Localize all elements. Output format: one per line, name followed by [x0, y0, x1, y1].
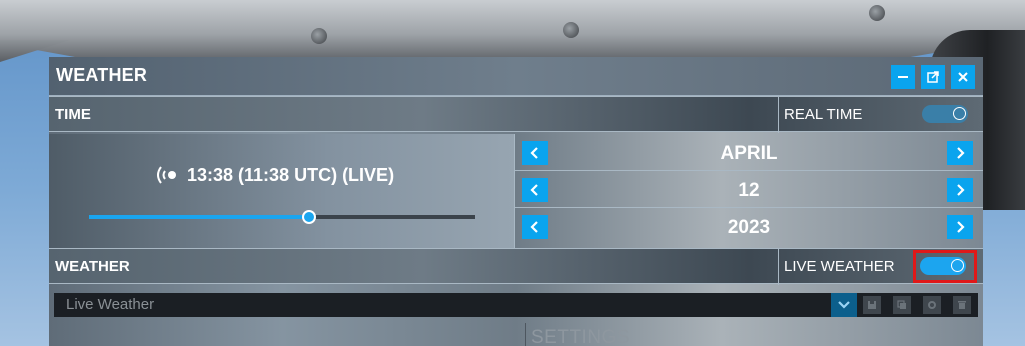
- time-of-day-slider[interactable]: [89, 210, 475, 224]
- popout-button[interactable]: [921, 65, 945, 89]
- divider: [778, 249, 779, 285]
- month-prev-button[interactable]: [522, 141, 548, 165]
- day-value: 12: [738, 180, 760, 201]
- time-display-area: 13:38 (11:38 UTC) (LIVE): [49, 134, 515, 248]
- save-icon: [868, 301, 876, 309]
- live-weather-label: LIVE WEATHER: [784, 258, 895, 275]
- delete-preset-button[interactable]: [953, 296, 971, 314]
- real-time-label: REAL TIME: [784, 106, 863, 123]
- time-section-label: TIME: [55, 106, 91, 123]
- popout-icon: [927, 71, 939, 83]
- preset-dropdown-button[interactable]: [831, 293, 857, 317]
- day-row: 12: [515, 171, 983, 208]
- time-section-header: TIME REAL TIME: [49, 96, 983, 133]
- slider-fill: [89, 215, 310, 219]
- year-value: 2023: [727, 217, 771, 238]
- cockpit-screw: [869, 5, 885, 21]
- chevron-right-icon: [957, 221, 965, 233]
- weather-section-label: WEATHER: [55, 258, 130, 275]
- chevron-left-icon: [530, 147, 538, 159]
- day-next-button[interactable]: [947, 178, 973, 202]
- day-prev-button[interactable]: [522, 178, 548, 202]
- cockpit-screw: [311, 28, 327, 44]
- panel-header: WEATHER: [49, 57, 983, 96]
- year-row: 2023: [515, 208, 983, 245]
- minimize-button[interactable]: [891, 65, 915, 89]
- live-time-text: 13:38 (11:38 UTC) (LIVE): [187, 164, 395, 185]
- slider-thumb[interactable]: [302, 210, 317, 224]
- close-button[interactable]: [951, 65, 975, 89]
- weather-preset-select[interactable]: Live Weather: [54, 293, 978, 317]
- chevron-left-icon: [530, 184, 538, 196]
- month-value: APRIL: [720, 143, 778, 164]
- chevron-right-icon: [957, 147, 965, 159]
- chevron-right-icon: [957, 184, 965, 196]
- chevron-left-icon: [530, 221, 538, 233]
- real-time-toggle[interactable]: [922, 105, 968, 123]
- chevron-down-icon: [838, 301, 850, 309]
- save-preset-button[interactable]: [863, 296, 881, 314]
- minimize-icon: [898, 76, 908, 78]
- live-time-readout: 13:38 (11:38 UTC) (LIVE): [153, 164, 394, 186]
- copy-icon: [897, 300, 906, 309]
- divider: [778, 97, 779, 133]
- year-next-button[interactable]: [947, 215, 973, 239]
- trash-icon: [958, 301, 966, 309]
- gear-icon: [928, 301, 936, 309]
- weather-section-header: WEATHER LIVE WEATHER: [49, 248, 983, 285]
- duplicate-preset-button[interactable]: [893, 296, 911, 314]
- preset-settings-button[interactable]: [923, 296, 941, 314]
- weather-panel: WEATHER TIME REAL TIME 13:38 (11:38 UTC)…: [49, 57, 983, 346]
- month-next-button[interactable]: [947, 141, 973, 165]
- year-prev-button[interactable]: [522, 215, 548, 239]
- cockpit-screw: [563, 22, 579, 38]
- weather-preset-value: Live Weather: [66, 296, 155, 313]
- toggle-knob: [953, 107, 966, 120]
- live-broadcast-icon: [157, 166, 176, 184]
- live-weather-toggle-highlight: [913, 250, 977, 283]
- panel-title: WEATHER: [56, 65, 148, 85]
- month-row: APRIL: [515, 134, 983, 171]
- settings-tab-label[interactable]: SETTINGS: [531, 327, 630, 346]
- close-icon: [958, 72, 968, 82]
